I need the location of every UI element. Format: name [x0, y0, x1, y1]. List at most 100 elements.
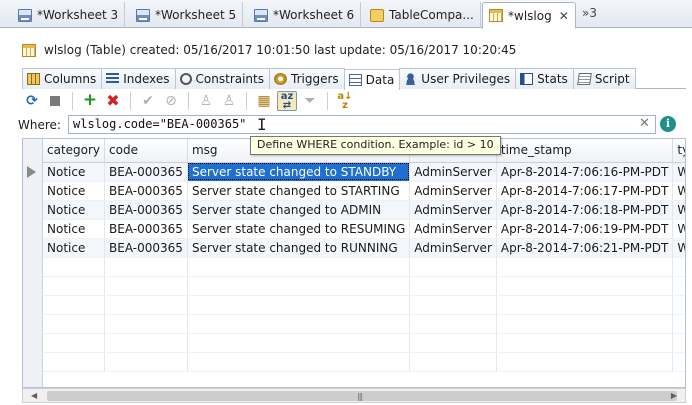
cell-category[interactable]: Notice [43, 181, 106, 201]
editor-tab-label: TableCompa... [389, 8, 474, 22]
cell-code[interactable]: BEA-000365 [104, 162, 188, 182]
cell-server[interactable]: AdminServer [409, 181, 497, 201]
commit-icon[interactable]: ✔ [138, 91, 158, 111]
cancel-icon[interactable]: ⊘ [161, 91, 181, 111]
where-input[interactable]: wlslog.code="BEA-000365" [68, 115, 656, 134]
user-privileges-icon [404, 73, 418, 85]
where-label: Where: [18, 117, 61, 132]
tab-columns[interactable]: Columns [22, 68, 103, 89]
column-header-code[interactable]: code [104, 139, 188, 163]
cell-msg[interactable]: Server state changed to RESUMING [187, 219, 411, 239]
cell-type[interactable]: WebLogi [672, 200, 685, 220]
cell-msg[interactable]: Server state changed to STARTING [187, 181, 411, 201]
empty-row [43, 333, 685, 353]
tab-data[interactable]: Data [343, 69, 401, 90]
cell-server[interactable]: AdminServer [409, 238, 497, 258]
tab-indexes[interactable]: Indexes [101, 68, 176, 89]
cell-time-stamp[interactable]: Apr-8-2014-7:06:19-PM-PDT [496, 219, 674, 239]
add-row-icon[interactable]: + [80, 91, 100, 111]
import-icon[interactable]: ♙ [196, 91, 216, 111]
scroll-left-icon[interactable]: ◀ [31, 391, 37, 400]
table-row[interactable]: Notice BEA-000365 Server state changed t… [43, 200, 685, 220]
cell-time-stamp[interactable]: Apr-8-2014-7:06:21-PM-PDT [496, 238, 674, 258]
scroll-right-icon[interactable]: ▶ [671, 391, 677, 400]
tab-overflow-button[interactable]: »3 [582, 6, 597, 20]
cell-code[interactable]: BEA-000365 [104, 219, 188, 239]
table-row[interactable]: Notice BEA-000365 Server state changed t… [43, 219, 685, 239]
tab-label: Constraints [195, 72, 264, 86]
triggers-icon [274, 73, 287, 85]
cell-category[interactable]: Notice [43, 162, 106, 182]
export-icon[interactable]: ♙ [219, 91, 239, 111]
cell-time-stamp[interactable]: Apr-8-2014-7:06:18-PM-PDT [496, 200, 674, 220]
cell-time-stamp[interactable]: Apr-8-2014-7:06:16-PM-PDT [496, 162, 674, 182]
tab-constraints[interactable]: Constraints [174, 68, 270, 89]
cell-type[interactable]: WebLogi [672, 238, 685, 258]
editor-tab-worksheet-5[interactable]: *Worksheet 5 [130, 2, 244, 28]
column-filter-icon[interactable]: ▦ [254, 91, 274, 111]
table-row[interactable]: Notice BEA-000365 Server state changed t… [43, 181, 685, 201]
tab-triggers[interactable]: Triggers [269, 68, 345, 89]
toolbar-separator [72, 91, 73, 110]
editor-tab-label: *wlslog [508, 8, 552, 23]
cell-code[interactable]: BEA-000365 [104, 238, 188, 258]
tab-label: Stats [537, 72, 568, 86]
tab-stats[interactable]: Stats [515, 68, 574, 89]
table-row[interactable]: Notice BEA-000365 Server state changed t… [43, 162, 685, 182]
table-row[interactable]: Notice BEA-000365 Server state changed t… [43, 238, 685, 258]
delete-row-icon[interactable]: ✖ [103, 91, 123, 111]
column-header-time-stamp[interactable]: time_stamp [496, 139, 674, 163]
sort-icon[interactable]: az ⇄ [277, 90, 297, 111]
column-header-category[interactable]: category [43, 139, 106, 163]
editor-tab-worksheet-3[interactable]: *Worksheet 3 [12, 2, 126, 28]
cell-code[interactable]: BEA-000365 [104, 181, 188, 201]
property-tab-bar: Columns Indexes Constraints Triggers Dat… [22, 68, 686, 90]
editor-tab-label: *Worksheet 5 [155, 8, 237, 22]
tab-label: Data [365, 73, 395, 87]
cell-category[interactable]: Notice [43, 219, 106, 239]
tab-user-privileges[interactable]: User Privileges [399, 68, 517, 89]
empty-row [43, 314, 685, 334]
cell-server[interactable]: AdminServer [409, 162, 497, 182]
cell-time-stamp[interactable]: Apr-8-2014-7:06:17-PM-PDT [496, 181, 674, 201]
row-header-gutter [23, 139, 43, 387]
cell-server[interactable]: AdminServer [409, 219, 497, 239]
columns-icon [27, 73, 40, 85]
indexes-icon [106, 73, 120, 85]
filter-icon[interactable]: ⏷ [300, 91, 320, 111]
editor-tab-tablecompare[interactable]: TableCompa... [364, 2, 481, 28]
tab-script[interactable]: Script [572, 68, 636, 89]
empty-row [43, 276, 685, 296]
grip-icon: ||| [357, 392, 363, 401]
refresh-icon[interactable]: ⟳ [22, 91, 42, 111]
editor-tab-worksheet-6[interactable]: *Worksheet 6 [248, 2, 362, 28]
cell-code[interactable]: BEA-000365 [104, 200, 188, 220]
cell-server[interactable]: AdminServer [409, 200, 497, 220]
cell-type[interactable]: WebLogi [672, 219, 685, 239]
close-tab-icon[interactable]: ✕ [559, 9, 569, 23]
empty-row [43, 352, 685, 372]
editor-tab-wlslog[interactable]: *wlslog ✕ [482, 2, 576, 29]
tab-label: Columns [44, 72, 97, 86]
order-by-icon[interactable]: a↓ z [335, 91, 355, 111]
sql-worksheet-icon [136, 8, 150, 22]
data-toolbar: ⟳ + ✖ ✔ ⊘ ♙ ♙ ▦ az ⇄ ⏷ a↓ z [22, 90, 686, 111]
scrollbar-thumb[interactable]: ||| [47, 391, 677, 401]
object-header-text: wlslog (Table) created: 05/16/2017 10:01… [44, 43, 517, 57]
cell-msg[interactable]: Server state changed to ADMIN [187, 200, 411, 220]
cell-msg[interactable]: Server state changed to RUNNING [187, 238, 411, 258]
cell-type[interactable]: WebLogi [672, 181, 685, 201]
stats-icon [520, 73, 534, 85]
column-header-type[interactable]: type [672, 139, 685, 163]
info-icon[interactable]: i [660, 116, 676, 132]
cell-category[interactable]: Notice [43, 238, 106, 258]
cell-type[interactable]: WebLogi [672, 162, 685, 182]
where-bar: Where: wlslog.code="BEA-000365" ✕ i [18, 114, 682, 135]
stop-icon[interactable] [45, 91, 65, 111]
clear-icon[interactable]: ✕ [639, 116, 650, 131]
cell-category[interactable]: Notice [43, 200, 106, 220]
cell-msg-selected[interactable]: Server state changed to STANDBY [187, 162, 411, 182]
horizontal-scrollbar[interactable]: ◀ ||| ▶ [22, 388, 686, 403]
where-tooltip: Define WHERE condition. Example: id > 10 [250, 136, 501, 155]
empty-row [43, 295, 685, 315]
